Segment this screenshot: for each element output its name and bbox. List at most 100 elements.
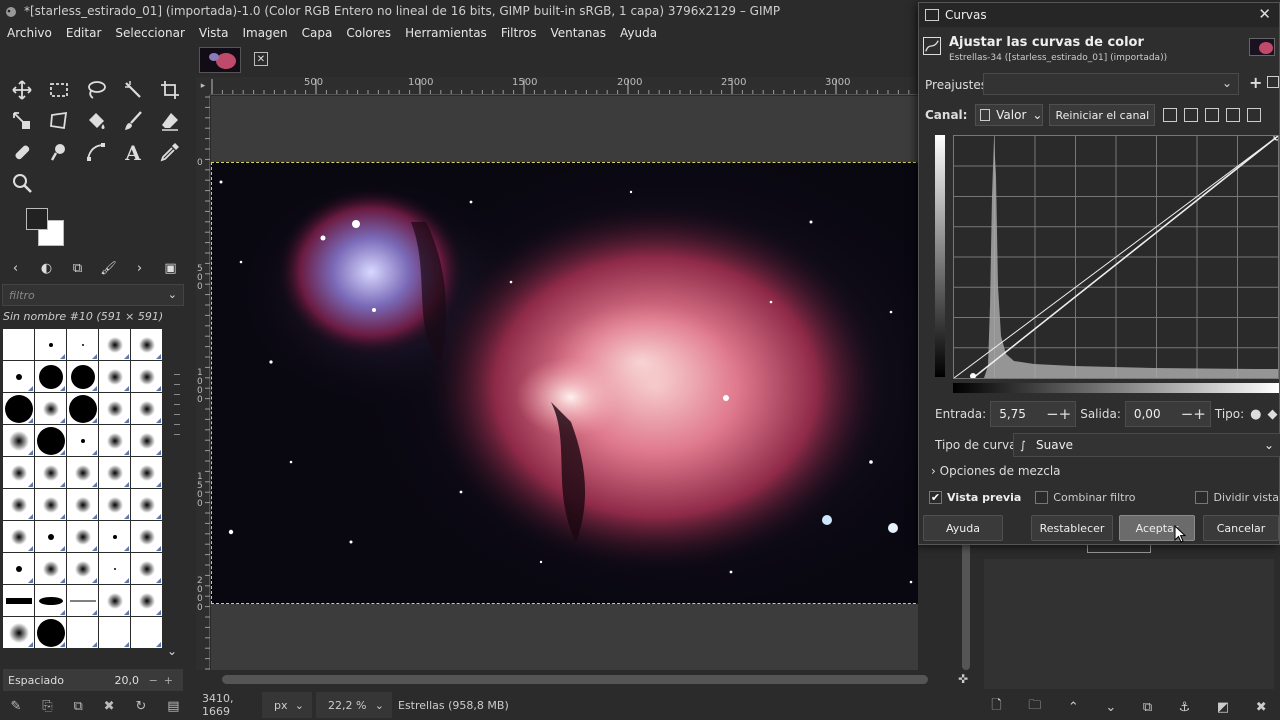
smudge-tool[interactable] — [40, 136, 77, 167]
image-tab-thumbnail[interactable] — [199, 47, 241, 73]
reset-channel-button[interactable]: Reiniciar el canal — [1049, 104, 1156, 126]
transform-tool[interactable] — [40, 105, 77, 136]
preset-menu-icon[interactable] — [1267, 76, 1279, 88]
menu-seleccionar[interactable]: Seleccionar — [108, 26, 191, 40]
output-stepper[interactable]: −+ — [1181, 405, 1206, 423]
brush-preset[interactable] — [67, 585, 98, 616]
brush-preset[interactable] — [131, 393, 162, 424]
help-button[interactable]: Ayuda — [923, 515, 1003, 541]
curve-graph[interactable] — [953, 133, 1280, 379]
brush-preset[interactable] — [67, 393, 98, 424]
chevron-right-icon[interactable]: › — [125, 261, 155, 276]
navigate-icon[interactable]: ✜ — [958, 672, 974, 688]
tab-menu-icon[interactable]: ▣ — [156, 261, 186, 276]
delete-brush-icon[interactable]: ✖ — [104, 699, 115, 714]
menu-ayuda[interactable]: Ayuda — [613, 26, 664, 40]
tool-options-tab-icon[interactable]: ◐ — [32, 261, 62, 276]
histogram-view-icon[interactable] — [1226, 108, 1241, 122]
brush-preset[interactable] — [131, 425, 162, 456]
brush-preset[interactable] — [99, 361, 130, 392]
brush-filter-input[interactable]: filtro ⌄ — [2, 284, 184, 306]
brush-preset[interactable] — [35, 585, 66, 616]
brush-preset[interactable] — [131, 361, 162, 392]
color-picker-tool[interactable] — [151, 136, 188, 167]
split-view-checkbox[interactable]: Dividir vista — [1195, 490, 1279, 504]
lower-layer-icon[interactable]: ⌄ — [1105, 700, 1116, 715]
paintbrush-tool[interactable] — [114, 105, 151, 136]
horizontal-ruler[interactable]: 500 1000 1500 2000 2500 3000 — [210, 77, 918, 95]
layer-thumbnail[interactable] — [1087, 545, 1151, 553]
fuzzy-select-tool[interactable] — [114, 74, 151, 105]
brush-preset[interactable] — [3, 489, 34, 520]
text-tool[interactable]: A — [114, 136, 151, 167]
cancel-button[interactable]: Cancelar — [1203, 515, 1279, 541]
channel-select[interactable]: Valor ⌄ — [975, 104, 1044, 126]
layers-list[interactable] — [984, 559, 1274, 689]
heal-tool[interactable] — [3, 136, 40, 167]
zoom-select[interactable]: 22,2 % ⌄ — [316, 692, 392, 718]
brush-preset[interactable] — [67, 521, 98, 552]
brush-preset[interactable] — [131, 457, 162, 488]
rect-select-tool[interactable] — [40, 74, 77, 105]
foreground-color[interactable] — [26, 208, 48, 230]
blend-options-expander[interactable]: › Opciones de mezcla — [931, 464, 1061, 478]
anchor-layer-icon[interactable]: ⚓ — [1179, 700, 1191, 715]
brush-preset[interactable] — [99, 393, 130, 424]
smooth-point-icon[interactable]: ● — [1250, 407, 1261, 422]
brush-preset[interactable] — [35, 553, 66, 584]
brush-preset[interactable] — [35, 425, 66, 456]
brush-preset[interactable] — [3, 361, 34, 392]
menu-imagen[interactable]: Imagen — [235, 26, 294, 40]
chevron-left-icon[interactable]: ‹ — [1, 261, 31, 276]
menu-herramientas[interactable]: Herramientas — [398, 26, 494, 40]
brush-preset[interactable] — [99, 329, 130, 360]
spacing-slider[interactable]: Espaciado 20,0 −+ — [3, 669, 183, 691]
duplicate-layer-icon[interactable]: ⧉ — [1143, 700, 1152, 715]
layers-tab-icon[interactable]: ⧉ — [63, 261, 93, 276]
raise-layer-icon[interactable]: ⌃ — [1068, 700, 1079, 715]
paths-tool[interactable] — [77, 136, 114, 167]
color-swatches[interactable] — [24, 206, 68, 250]
brush-preset[interactable] — [99, 457, 130, 488]
brush-preset[interactable] — [35, 457, 66, 488]
brush-preset[interactable] — [3, 585, 34, 616]
delete-layer-icon[interactable]: ✖ — [1256, 700, 1267, 715]
bucket-fill-tool[interactable] — [77, 105, 114, 136]
mask-layer-icon[interactable]: ◩ — [1217, 700, 1229, 715]
brush-preset[interactable] — [3, 329, 34, 360]
brush-preset[interactable] — [3, 521, 34, 552]
curve-mode-icon[interactable] — [1205, 108, 1220, 122]
menu-capa[interactable]: Capa — [295, 26, 340, 40]
zoom-tool[interactable] — [3, 167, 40, 198]
brush-preset[interactable] — [131, 553, 162, 584]
menu-editar[interactable]: Editar — [59, 26, 109, 40]
linear-histogram-icon[interactable] — [1163, 108, 1178, 122]
brush-preset[interactable] — [35, 521, 66, 552]
brush-preset[interactable] — [99, 553, 130, 584]
menu-archivo[interactable]: Archivo — [0, 26, 59, 40]
combine-filter-checkbox[interactable]: Combinar filtro — [1035, 490, 1136, 504]
close-tab-icon[interactable]: ✕ — [254, 52, 268, 66]
eraser-tool[interactable] — [151, 105, 188, 136]
spacing-stepper[interactable]: −+ — [149, 674, 179, 687]
input-field[interactable]: 5,75 −+ — [990, 401, 1077, 427]
brush-preset[interactable] — [3, 393, 34, 424]
ruler-corner[interactable]: ▸ — [196, 77, 210, 95]
edit-brush-icon[interactable]: ✎ — [10, 699, 21, 714]
curve-type-select[interactable]: ∫ Suave ⌄ — [1013, 433, 1280, 457]
log-histogram-icon[interactable] — [1184, 108, 1199, 122]
move-tool[interactable] — [3, 74, 40, 105]
brush-preset[interactable] — [99, 489, 130, 520]
brush-scrollbar[interactable] — [170, 329, 184, 647]
refresh-icon[interactable]: ↻ — [135, 699, 146, 714]
menu-filtros[interactable]: Filtros — [494, 26, 544, 40]
reset-button[interactable]: Restablecer — [1031, 515, 1113, 541]
new-layer-icon[interactable]: 🗋 — [991, 696, 1001, 718]
brush-preset[interactable] — [3, 457, 34, 488]
brush-preset[interactable] — [67, 553, 98, 584]
input-stepper[interactable]: −+ — [1046, 405, 1071, 423]
brush-preset[interactable] — [67, 361, 98, 392]
duplicate-brush-icon[interactable]: ⧉ — [74, 699, 83, 714]
brush-preset[interactable] — [99, 521, 130, 552]
brush-preset[interactable] — [99, 585, 130, 616]
